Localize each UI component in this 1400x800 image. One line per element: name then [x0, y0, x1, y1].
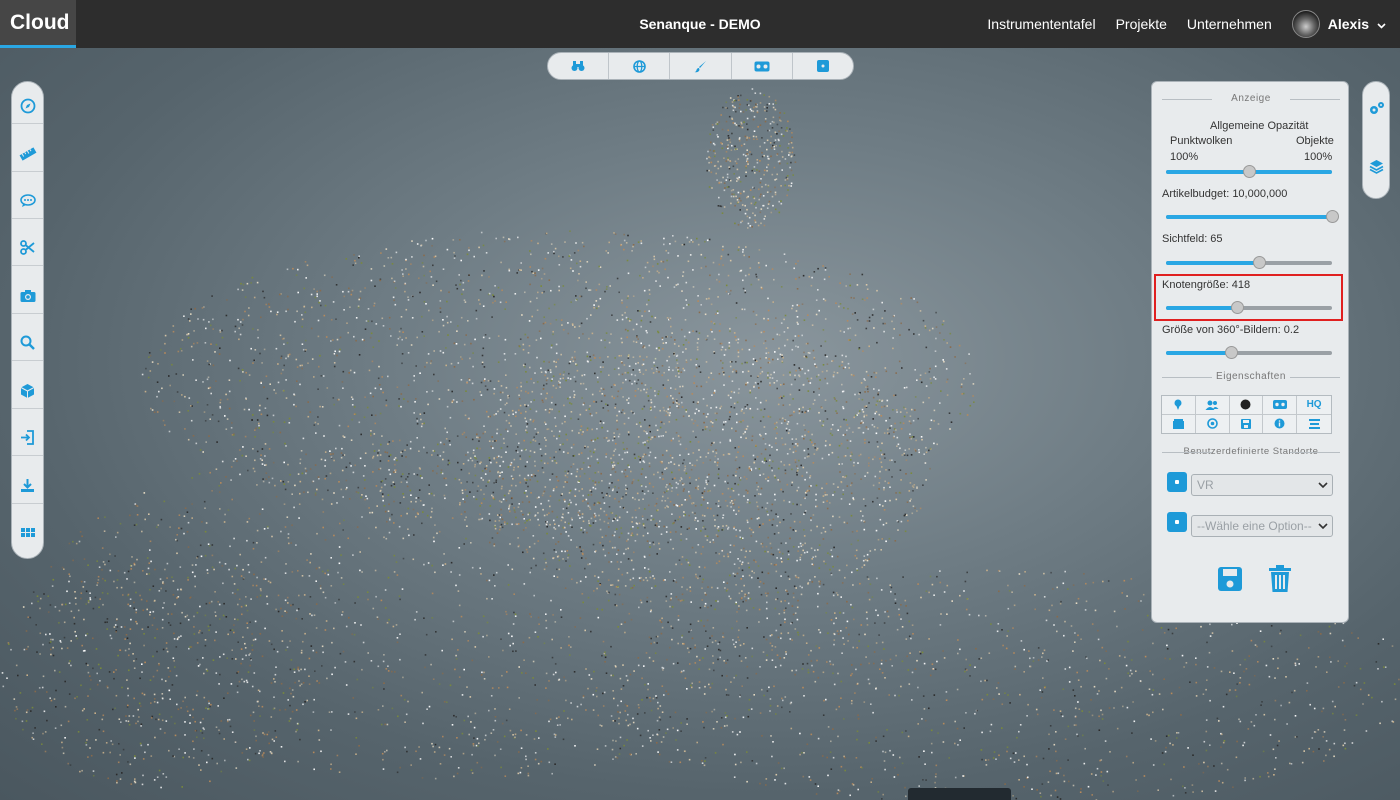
opacity-right-value: 100% [1304, 151, 1333, 163]
slider-thumb[interactable] [1243, 165, 1256, 178]
opacity-right-label: Objekte [1296, 135, 1334, 147]
chevron-down-icon [1377, 16, 1386, 32]
node-size-slider[interactable] [1166, 301, 1332, 314]
display-heading: Anzeige [1162, 93, 1340, 104]
chevron-down-icon [1318, 516, 1328, 544]
properties-heading: Eigenschaften [1162, 371, 1340, 382]
slider-fill [1166, 351, 1231, 355]
slider-thumb[interactable] [1252, 256, 1266, 269]
location-marker-icon[interactable] [1167, 472, 1187, 492]
opacity-slider[interactable] [1166, 165, 1332, 178]
globe-icon[interactable] [609, 53, 671, 79]
save-icon[interactable] [1229, 414, 1264, 433]
select-value: VR [1197, 478, 1214, 492]
ruler-icon[interactable] [12, 136, 43, 172]
grid-icon[interactable] [12, 515, 43, 551]
slider-thumb[interactable] [1231, 301, 1245, 314]
avatar [1291, 10, 1320, 38]
settings-icon[interactable] [1363, 84, 1389, 132]
comment-icon[interactable] [12, 183, 43, 219]
properties-grid: HQ [1161, 395, 1332, 434]
panorama-icon[interactable] [793, 53, 853, 79]
chevron-down-icon [1318, 475, 1328, 503]
opacity-title: Allgemeine Opazität [1210, 120, 1309, 132]
location-select-vr[interactable]: VR [1191, 474, 1333, 496]
save-location-button[interactable] [1217, 565, 1243, 593]
dot-icon[interactable] [1229, 396, 1264, 415]
location-select-option[interactable]: --Wähle eine Option-- [1191, 515, 1333, 537]
info-icon[interactable] [1263, 414, 1298, 433]
node-size-label: Knotengröße: 418 [1162, 279, 1251, 291]
slider-thumb[interactable] [1224, 346, 1238, 359]
scissors-icon[interactable] [12, 230, 43, 266]
opacity-left-label: Punktwolken [1170, 135, 1233, 147]
trash-icon [1269, 565, 1291, 592]
cube-icon[interactable] [12, 373, 43, 409]
budget-label: Artikelbudget: 10,000,000 [1162, 188, 1288, 200]
box-icon[interactable] [1162, 414, 1196, 433]
left-tool-sidebar [11, 81, 44, 559]
user-name: Alexis [1327, 16, 1369, 32]
select-value: --Wähle eine Option-- [1197, 519, 1312, 533]
fov-label: Sichtfeld: 65 [1162, 233, 1223, 245]
layers-icon[interactable] [1363, 142, 1389, 190]
budget-slider[interactable] [1166, 210, 1339, 223]
slider-fill [1166, 306, 1238, 310]
hq-button[interactable]: HQ [1297, 396, 1331, 415]
nav-projects-link[interactable]: Projekte [1116, 16, 1167, 32]
compass-icon[interactable] [12, 88, 43, 124]
binoculars-icon[interactable] [548, 53, 610, 79]
locations-heading: Benutzerdefinierte Standorte [1162, 446, 1340, 457]
pin-icon[interactable] [1162, 396, 1196, 415]
floppy-disk-icon [1218, 567, 1242, 591]
nav-company-link[interactable]: Unternehmen [1187, 16, 1272, 32]
slider-fill [1166, 261, 1259, 265]
brush-icon[interactable] [670, 53, 732, 79]
search-icon[interactable] [12, 325, 43, 361]
location-marker-icon[interactable] [1167, 512, 1187, 532]
slider-thumb[interactable] [1326, 210, 1339, 223]
opacity-left-value: 100% [1170, 151, 1199, 163]
vr-headset-icon[interactable] [732, 53, 793, 79]
target-icon[interactable] [1195, 414, 1230, 433]
right-tool-sidebar [1362, 81, 1390, 199]
vr-headset-icon[interactable] [1263, 396, 1298, 415]
bottom-bar-tab [908, 788, 1011, 800]
fov-slider[interactable] [1166, 256, 1332, 269]
view-toolbar [547, 52, 854, 80]
top-navbar: Cloud Senanque - DEMO Instrumententafel … [0, 0, 1400, 48]
users-icon[interactable] [1195, 396, 1230, 415]
import-icon[interactable] [12, 420, 43, 456]
slider-fill [1166, 215, 1332, 219]
delete-location-button[interactable] [1268, 565, 1294, 593]
camera-icon[interactable] [12, 278, 43, 314]
nav-dashboard-link[interactable]: Instrumententafel [987, 16, 1095, 32]
list-icon[interactable] [1297, 414, 1331, 433]
download-icon[interactable] [12, 468, 43, 504]
image360-label: Größe von 360°-Bildern: 0.2 [1162, 324, 1300, 336]
user-menu[interactable]: Alexis [1291, 10, 1386, 38]
nav-links: Instrumententafel Projekte Unternehmen A… [987, 0, 1386, 48]
image360-slider[interactable] [1166, 346, 1332, 359]
